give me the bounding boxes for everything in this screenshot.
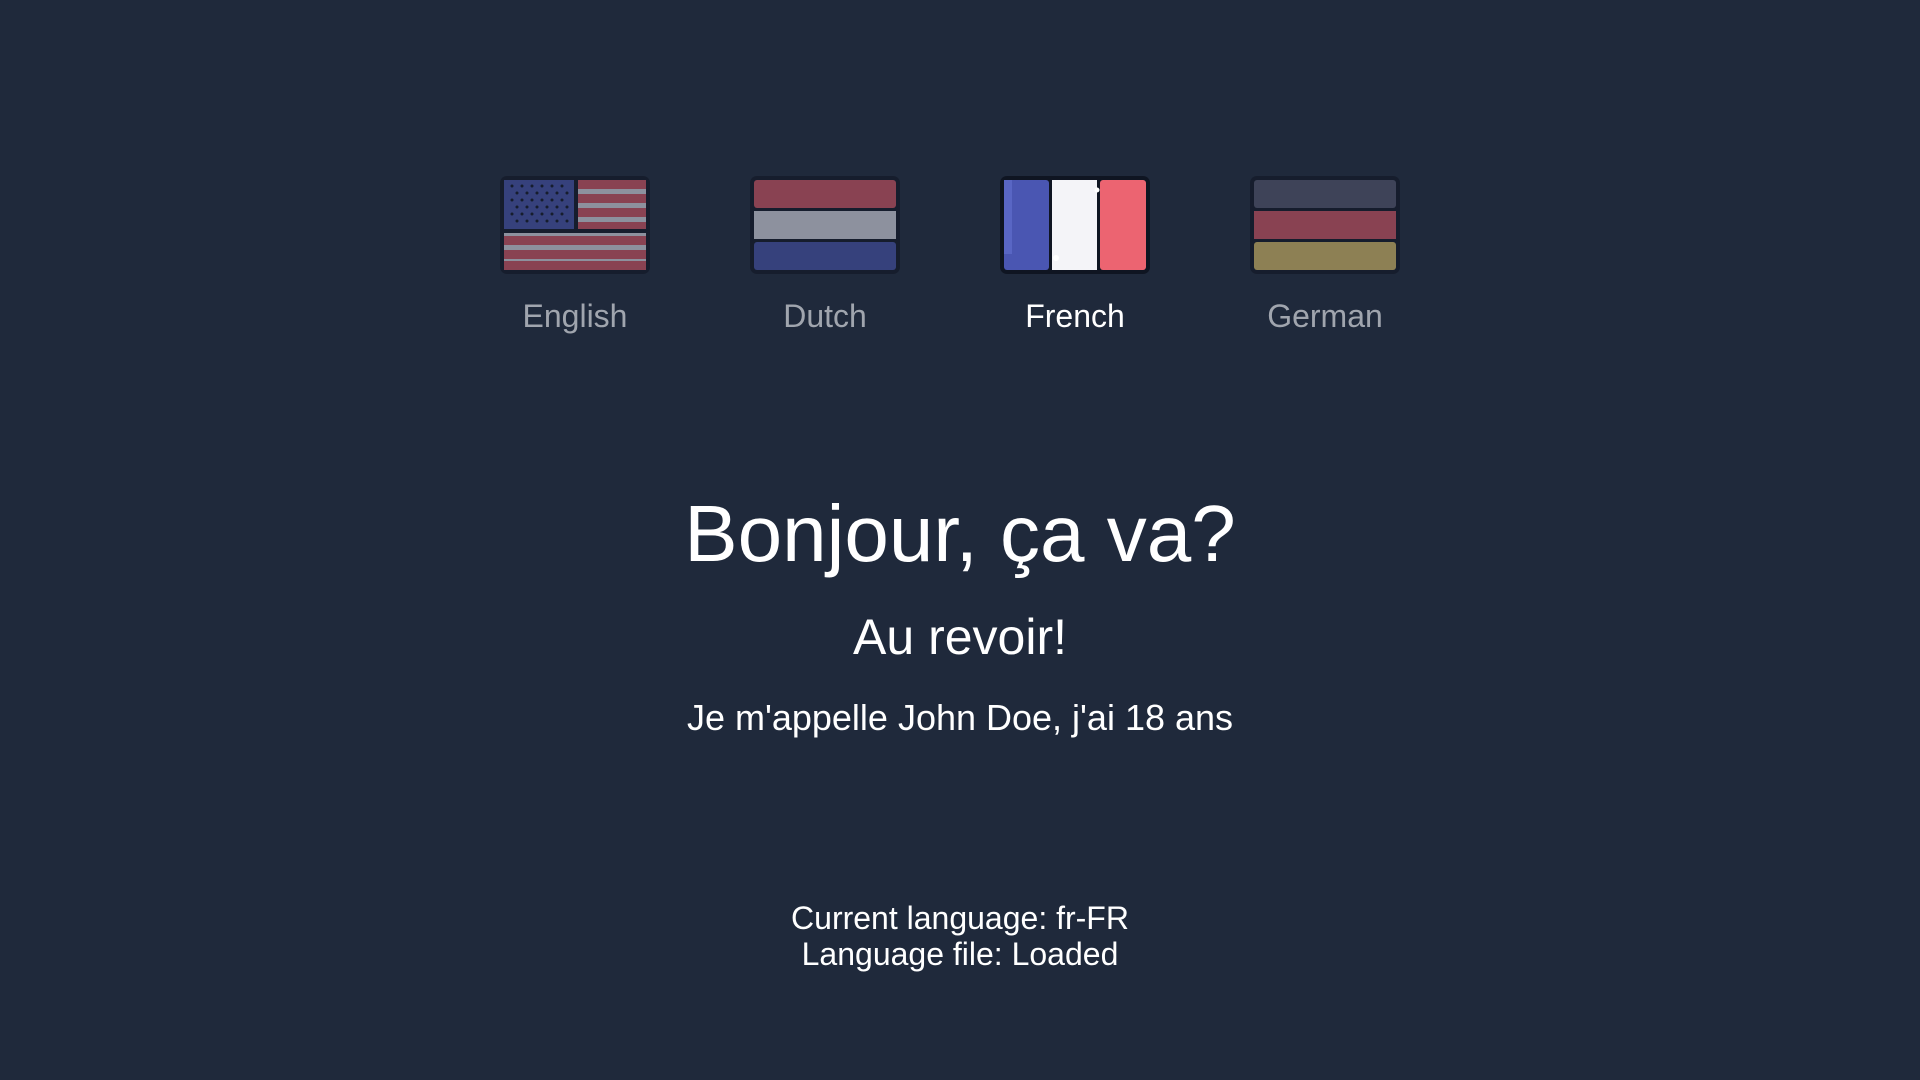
language-label-german: German: [1267, 298, 1383, 334]
language-option-dutch[interactable]: Dutch: [750, 176, 900, 334]
introduction-text: Je m'appelle John Doe, j'ai 18 ans: [686, 697, 1234, 738]
us-flag-icon: [500, 176, 650, 274]
farewell-subheading: Au revoir!: [853, 609, 1067, 665]
france-flag-icon: [1000, 176, 1150, 274]
language-option-german[interactable]: German: [1250, 176, 1400, 334]
status-panel: Current language: fr-FR Language file: L…: [0, 900, 1920, 972]
language-label-french: French: [1025, 298, 1125, 334]
language-file-status: Language file: Loaded: [801, 936, 1119, 972]
netherlands-flag-icon: [750, 176, 900, 274]
language-option-english[interactable]: English: [500, 176, 650, 334]
language-label-dutch: Dutch: [783, 298, 867, 334]
germany-flag-icon: [1250, 176, 1400, 274]
current-language-status: Current language: fr-FR: [791, 900, 1129, 936]
app-root: English Dutch French German Bonjour, ça …: [0, 0, 1920, 1080]
language-option-french[interactable]: French: [1000, 176, 1150, 334]
greeting-heading: Bonjour, ça va?: [684, 489, 1236, 578]
language-label-english: English: [522, 298, 628, 334]
language-selector: English Dutch French German: [500, 176, 1400, 334]
